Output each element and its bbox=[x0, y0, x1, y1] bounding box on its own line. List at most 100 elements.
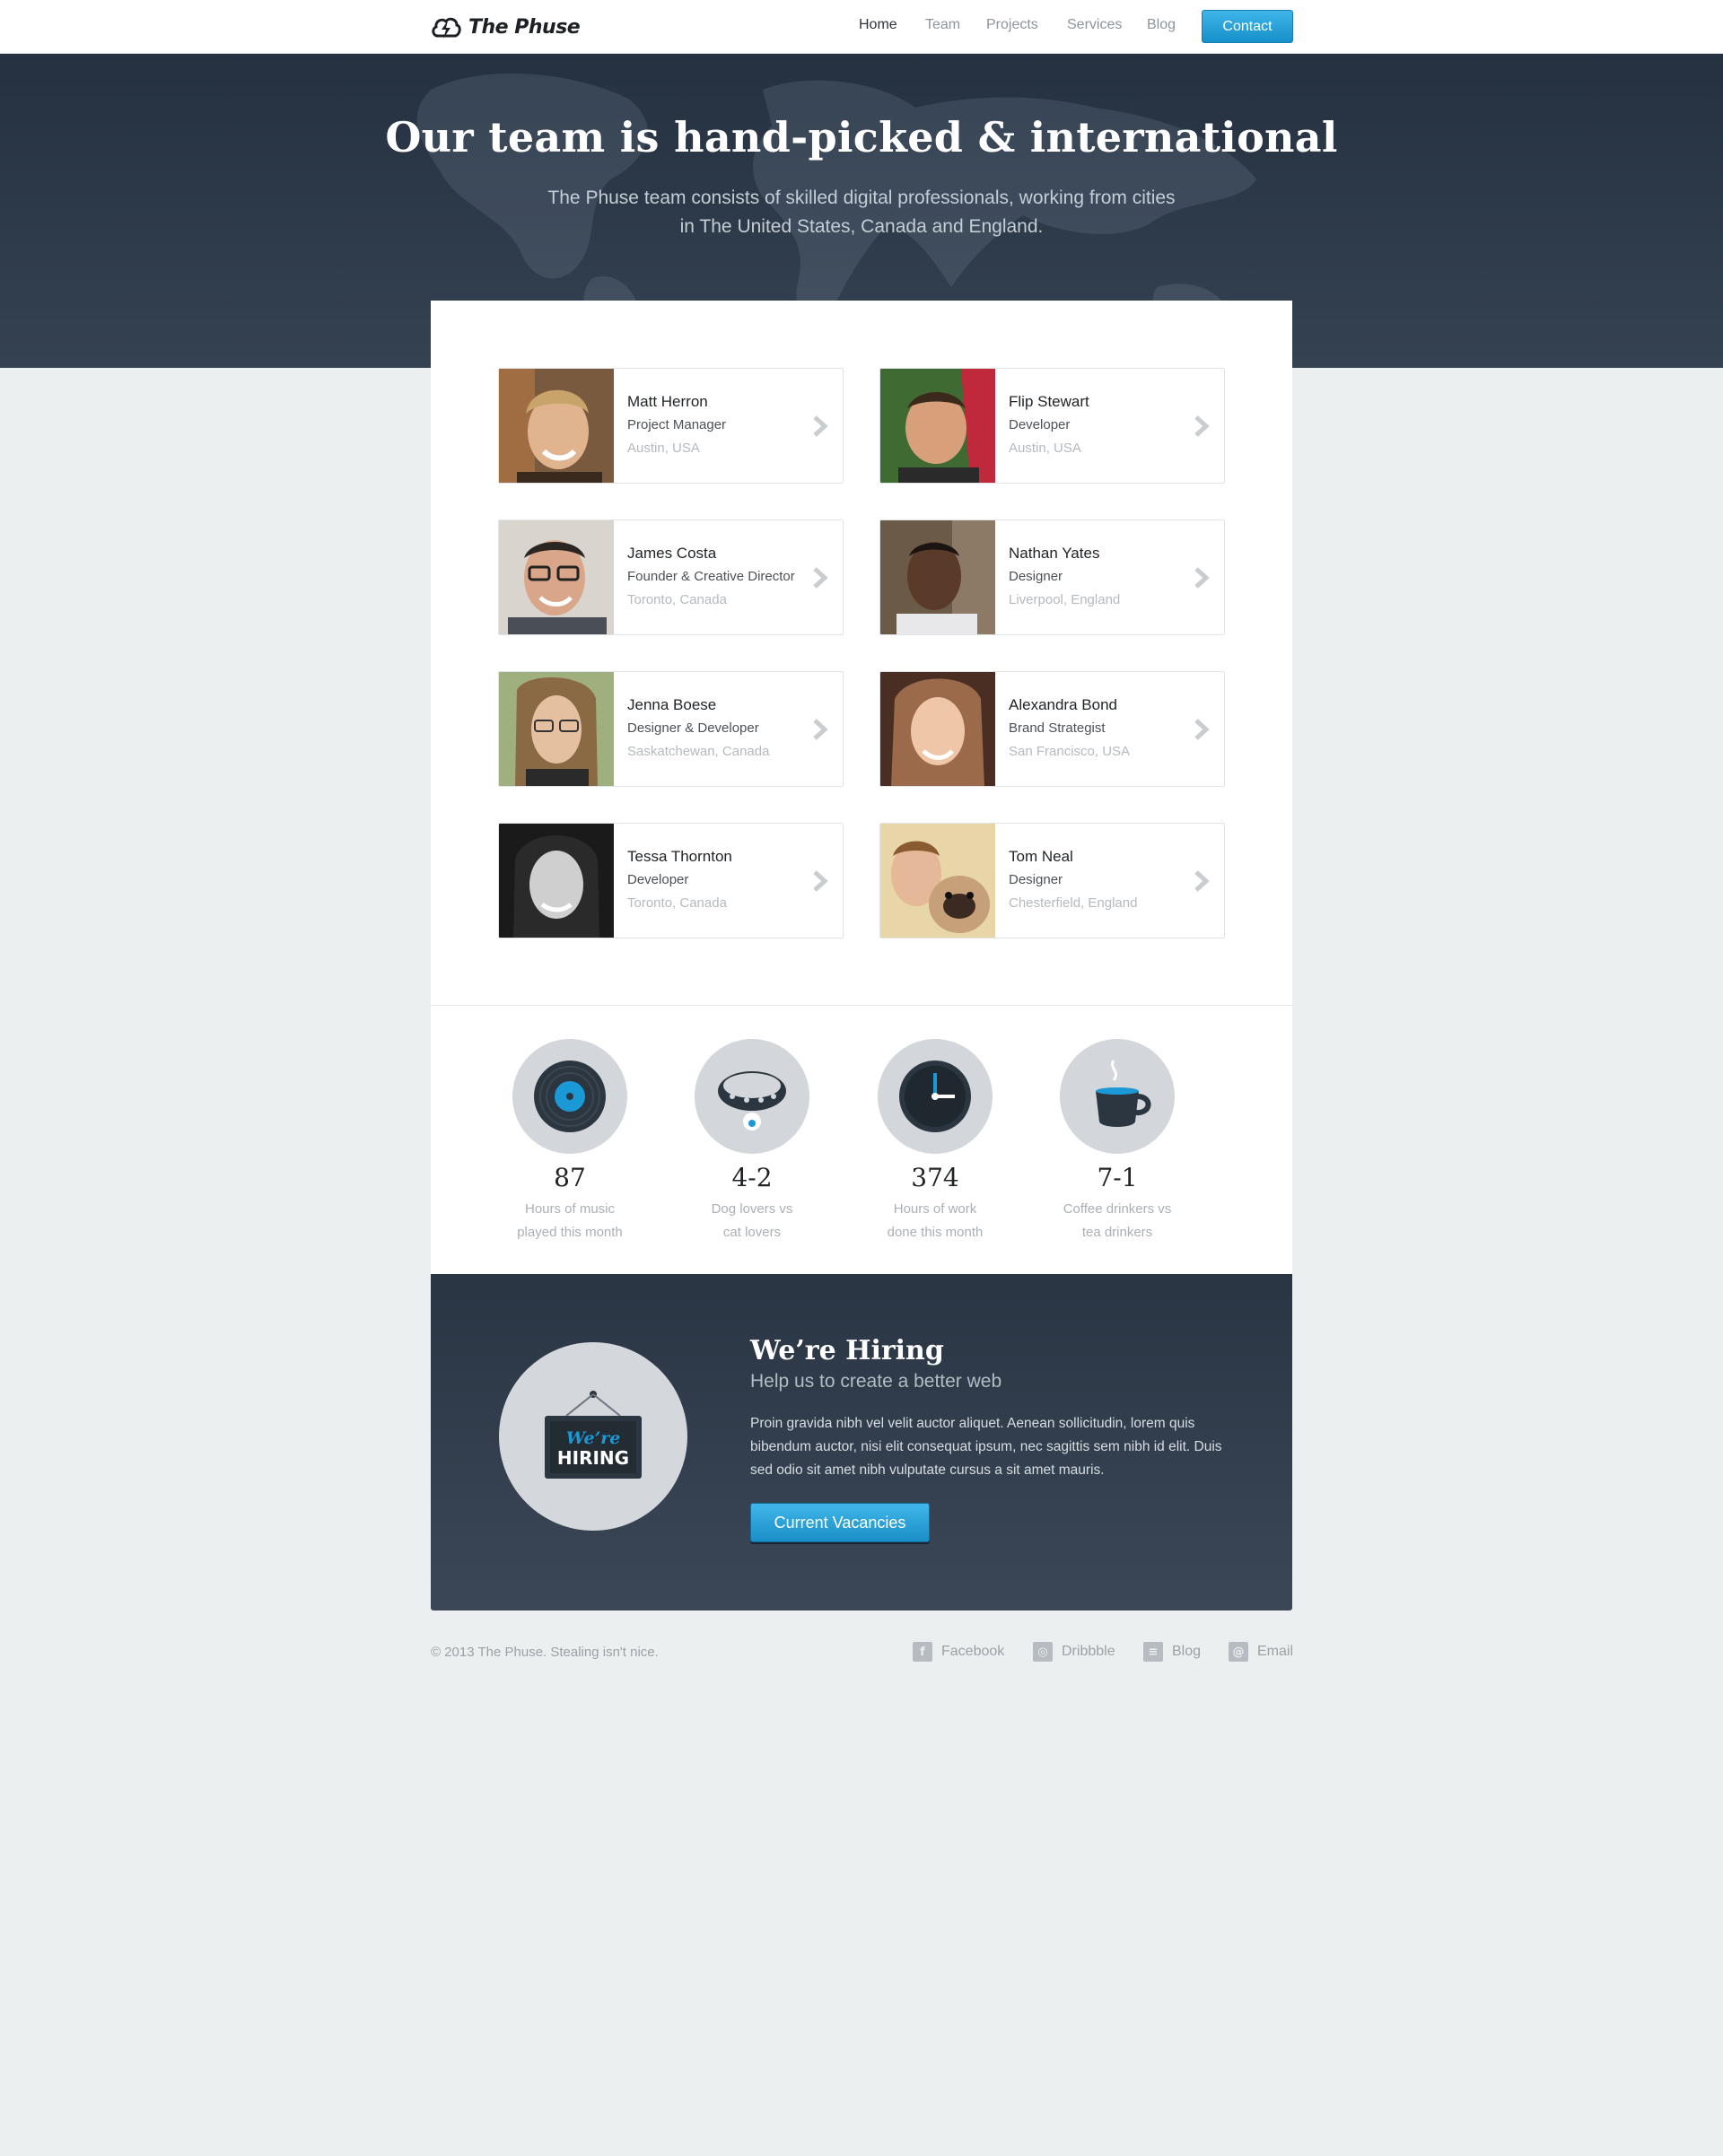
member-location: Austin, USA bbox=[1009, 441, 1081, 456]
member-location: Toronto, Canada bbox=[627, 895, 727, 911]
member-name: James Costa bbox=[627, 545, 717, 562]
member-location: Chesterfield, England bbox=[1009, 895, 1138, 911]
clock-icon bbox=[899, 1061, 971, 1132]
nav-blog[interactable]: Blog bbox=[1147, 17, 1176, 33]
dog-collar-icon bbox=[718, 1071, 786, 1130]
chevron-right-icon bbox=[1194, 719, 1210, 740]
dribbble-icon: ◎ bbox=[1033, 1642, 1053, 1662]
stat-value: 7-1 bbox=[1097, 1163, 1138, 1192]
nav-home[interactable]: Home bbox=[859, 17, 897, 33]
team-member-card[interactable]: Nathan Yates Designer Liverpool, England bbox=[879, 519, 1225, 635]
member-name: Nathan Yates bbox=[1009, 545, 1100, 562]
stat-value: 87 bbox=[554, 1163, 586, 1192]
hiring-body: Proin gravida nibh vel velit auctor aliq… bbox=[750, 1416, 1222, 1478]
chevron-right-icon bbox=[813, 870, 828, 892]
stat-pets: 4-2 Dog lovers vs cat lovers bbox=[676, 1039, 828, 1244]
footer-link-label: Blog bbox=[1172, 1644, 1202, 1659]
member-role: Designer & Developer bbox=[627, 720, 759, 736]
team-member-card[interactable]: James Costa Founder & Creative Director … bbox=[498, 519, 844, 635]
stat-value: 374 bbox=[911, 1163, 959, 1192]
member-photo bbox=[499, 672, 614, 786]
team-member-card[interactable]: Flip Stewart Developer Austin, USA bbox=[879, 368, 1225, 484]
member-name: Alexandra Bond bbox=[1009, 696, 1117, 713]
hiring-sign-circle: We’re HIRING bbox=[499, 1342, 687, 1531]
sign-text-line2: HIRING bbox=[557, 1447, 629, 1469]
nav-team[interactable]: Team bbox=[925, 17, 960, 33]
logo[interactable]: The Phuse bbox=[431, 13, 581, 41]
section-divider bbox=[431, 1005, 1292, 1006]
member-name: Matt Herron bbox=[627, 393, 708, 410]
stat-label: Hours of work done this month bbox=[887, 1201, 984, 1240]
member-location: Toronto, Canada bbox=[627, 592, 727, 607]
member-location: Saskatchewan, Canada bbox=[627, 744, 770, 759]
member-name: Jenna Boese bbox=[627, 696, 717, 713]
contact-button[interactable]: Contact bbox=[1202, 10, 1293, 43]
member-location: Liverpool, England bbox=[1009, 592, 1121, 607]
footer-link-dribbble[interactable]: ◎ Dribbble bbox=[1033, 1642, 1115, 1662]
member-name: Tom Neal bbox=[1009, 848, 1073, 865]
team-card: Matt Herron Project Manager Austin, USA … bbox=[431, 301, 1292, 1274]
team-member-card[interactable]: Tom Neal Designer Chesterfield, England bbox=[879, 823, 1225, 938]
stat-icon-circle bbox=[878, 1039, 993, 1154]
team-member-card[interactable]: Tessa Thornton Developer Toronto, Canada bbox=[498, 823, 844, 938]
member-name: Tessa Thornton bbox=[627, 848, 732, 865]
coffee-cup-icon bbox=[1096, 1060, 1151, 1127]
footer-link-label: Email bbox=[1257, 1644, 1294, 1659]
chevron-right-icon bbox=[813, 415, 828, 437]
stat-value: 4-2 bbox=[731, 1163, 773, 1192]
member-photo bbox=[880, 520, 995, 634]
stat-icon-circle bbox=[1060, 1039, 1175, 1154]
lightning-cloud-icon bbox=[432, 17, 461, 39]
stat-icon-circle bbox=[512, 1039, 627, 1154]
member-photo bbox=[880, 369, 995, 483]
chevron-right-icon bbox=[1194, 415, 1210, 437]
member-role: Founder & Creative Director bbox=[627, 569, 795, 584]
member-photo bbox=[880, 672, 995, 786]
member-role: Designer bbox=[1009, 569, 1063, 584]
footer-link-email[interactable]: @ Email bbox=[1229, 1642, 1293, 1662]
footer-link-label: Dribbble bbox=[1062, 1644, 1115, 1659]
sign-text-line1: We’re bbox=[566, 1428, 621, 1448]
stat-label: Dog lovers vs cat lovers bbox=[711, 1201, 793, 1240]
member-role: Developer bbox=[1009, 417, 1071, 432]
hiring-section: We’re HIRING We’re Hiring Help us to cre… bbox=[431, 1274, 1292, 1610]
blog-icon: ≡ bbox=[1143, 1642, 1163, 1662]
member-name: Flip Stewart bbox=[1009, 393, 1089, 410]
member-role: Brand Strategist bbox=[1009, 720, 1106, 736]
footer-link-label: Facebook bbox=[941, 1644, 1005, 1659]
page-title: Our team is hand-picked & international bbox=[385, 113, 1338, 161]
chevron-right-icon bbox=[1194, 567, 1210, 589]
stat-coffee: 7-1 Coffee drinkers vs tea drinkers bbox=[1041, 1039, 1194, 1244]
member-photo bbox=[499, 520, 614, 634]
stat-music: 87 Hours of music played this month bbox=[494, 1039, 646, 1244]
chevron-right-icon bbox=[813, 567, 828, 589]
chevron-right-icon bbox=[813, 719, 828, 740]
email-icon: @ bbox=[1229, 1642, 1248, 1662]
page-subtitle: The Phuse team consists of skilled digit… bbox=[547, 188, 1176, 237]
top-navigation-bar: The Phuse Home Team Projects Services Bl… bbox=[0, 0, 1723, 54]
member-photo bbox=[499, 824, 614, 938]
nav-services[interactable]: Services bbox=[1067, 17, 1122, 33]
stat-label: Coffee drinkers vs tea drinkers bbox=[1063, 1201, 1172, 1240]
stat-label: Hours of music played this month bbox=[517, 1201, 623, 1240]
member-location: Austin, USA bbox=[627, 441, 700, 456]
member-role: Developer bbox=[627, 872, 689, 887]
member-photo bbox=[880, 824, 995, 938]
member-role: Project Manager bbox=[627, 417, 727, 432]
stat-icon-circle bbox=[695, 1039, 809, 1154]
team-member-card[interactable]: Alexandra Bond Brand Strategist San Fran… bbox=[879, 671, 1225, 787]
brand-name: The Phuse bbox=[468, 15, 581, 39]
team-member-card[interactable]: Matt Herron Project Manager Austin, USA bbox=[498, 368, 844, 484]
facebook-icon: f bbox=[913, 1642, 932, 1662]
member-role: Designer bbox=[1009, 872, 1063, 887]
hiring-subtitle: Help us to create a better web bbox=[750, 1371, 1002, 1392]
current-vacancies-button[interactable]: Current Vacancies bbox=[750, 1503, 930, 1542]
member-photo bbox=[499, 369, 614, 483]
team-member-card[interactable]: Jenna Boese Designer & Developer Saskatc… bbox=[498, 671, 844, 787]
copyright-text: © 2013 The Phuse. Stealing isn't nice. bbox=[431, 1645, 659, 1660]
nav-projects[interactable]: Projects bbox=[986, 17, 1038, 33]
vinyl-record-icon bbox=[534, 1061, 606, 1132]
hiring-sign-icon: We’re HIRING bbox=[545, 1391, 642, 1479]
footer-link-blog[interactable]: ≡ Blog bbox=[1143, 1642, 1201, 1662]
footer-link-facebook[interactable]: f Facebook bbox=[913, 1642, 1004, 1662]
